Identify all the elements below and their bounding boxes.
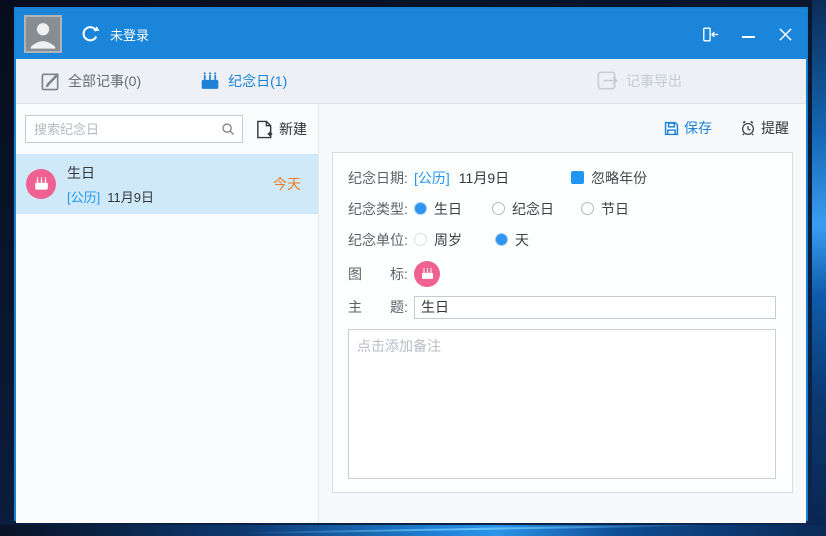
calendar-tag-button[interactable]: [公历] [414,168,450,188]
tab-anniversary-label: 纪念日(1) [228,71,287,91]
mini-mode-icon[interactable] [702,25,720,43]
save-button[interactable]: 保存 [663,118,712,138]
unit-option-label: 天 [515,230,529,250]
save-label: 保存 [684,118,712,138]
search-row: 新建 [16,104,318,154]
icon-row: 图 标: [348,261,776,287]
minimize-icon[interactable] [739,25,757,43]
remind-label: 提醒 [761,118,789,138]
type-option-label: 节日 [601,199,629,219]
tab-all-notes-label: 全部记事(0) [68,71,141,91]
type-row: 纪念类型: 生日 纪念日 节日 [348,199,776,218]
type-option-festival[interactable]: 节日 [581,199,629,219]
sidebar: 新建 生日 [公历] 11月9日 [16,104,319,523]
desktop: { "titlebar": { "login_status": "未登录" },… [0,0,826,536]
subject-input[interactable] [414,296,776,319]
list-item-text: 生日 [公历] 11月9日 [67,163,273,206]
export-label: 记事导出 [626,71,682,91]
window-controls [702,25,794,43]
main-area: 新建 生日 [公历] 11月9日 [16,104,806,523]
search-icon [220,121,236,137]
toolbar: 全部记事(0) 纪念日(1) 记事导出 [16,59,806,104]
radio-selected-icon[interactable] [495,233,508,246]
item-date: 11月9日 [107,187,154,206]
radio-icon[interactable] [581,202,594,215]
unit-option-days[interactable]: 天 [495,230,529,250]
list-item-anniversary[interactable]: 生日 [公历] 11月9日 今天 [16,154,318,214]
desktop-wallpaper-band [812,0,826,536]
radio-selected-icon[interactable] [414,202,427,215]
login-status[interactable]: 未登录 [110,25,149,44]
subject-label: 主 题: [348,297,414,317]
user-avatar[interactable] [24,15,62,53]
remind-button[interactable]: 提醒 [739,118,789,138]
export-notes-button[interactable]: 记事导出 [596,69,682,93]
date-row: 纪念日期: [公历] 11月9日 忽略年份 [348,168,776,187]
subject-row: 主 题: [348,295,776,319]
desktop-wallpaper-waves [0,525,826,536]
unit-label: 纪念单位: [348,230,414,250]
editor-actions: 保存 提醒 [319,104,806,152]
type-option-birthday[interactable]: 生日 [414,199,462,219]
ignore-year-checkbox[interactable] [571,171,584,184]
date-value[interactable]: 11月9日 [459,168,509,188]
app-window: 未登录 [14,7,808,521]
save-icon [663,120,680,137]
cake-icon [420,267,435,281]
editor-panel: 保存 提醒 纪念日期: [319,104,806,523]
calendar-tag: [公历] [67,187,100,206]
new-item-label: 新建 [279,119,307,139]
unit-option-label: 周岁 [434,230,462,250]
anniversary-form: 纪念日期: [公历] 11月9日 忽略年份 纪念类型: 生日 纪念日 [332,152,793,493]
alarm-clock-icon [739,119,757,137]
list-item-subtitle: [公历] 11月9日 [67,187,273,206]
type-option-anniversary[interactable]: 纪念日 [492,199,554,219]
cake-icon [199,71,221,92]
tab-all-notes[interactable]: 全部记事(0) [40,71,141,92]
unit-option-age[interactable]: 周岁 [414,230,462,250]
edit-note-icon [40,71,61,92]
cake-icon [26,169,56,199]
refresh-icon[interactable] [79,23,101,45]
radio-icon[interactable] [492,202,505,215]
list-item-title: 生日 [67,163,273,183]
today-badge: 今天 [273,174,301,194]
unit-row: 纪念单位: 周岁 天 [348,230,776,249]
new-document-icon [255,119,274,140]
icon-label: 图 标: [348,264,414,284]
type-option-label: 纪念日 [512,199,554,219]
tab-anniversary[interactable]: 纪念日(1) [199,71,287,92]
icon-picker[interactable] [414,261,440,287]
close-icon[interactable] [776,25,794,43]
type-label: 纪念类型: [348,199,414,219]
notes-textarea[interactable] [348,329,776,479]
person-icon [26,17,60,51]
export-icon [596,69,620,93]
titlebar: 未登录 [16,9,806,59]
ignore-year-label[interactable]: 忽略年份 [591,168,647,188]
new-item-button[interactable]: 新建 [255,119,307,140]
radio-disabled-icon[interactable] [414,233,427,246]
type-option-label: 生日 [434,199,462,219]
date-label: 纪念日期: [348,168,414,188]
search-input[interactable] [25,115,243,143]
